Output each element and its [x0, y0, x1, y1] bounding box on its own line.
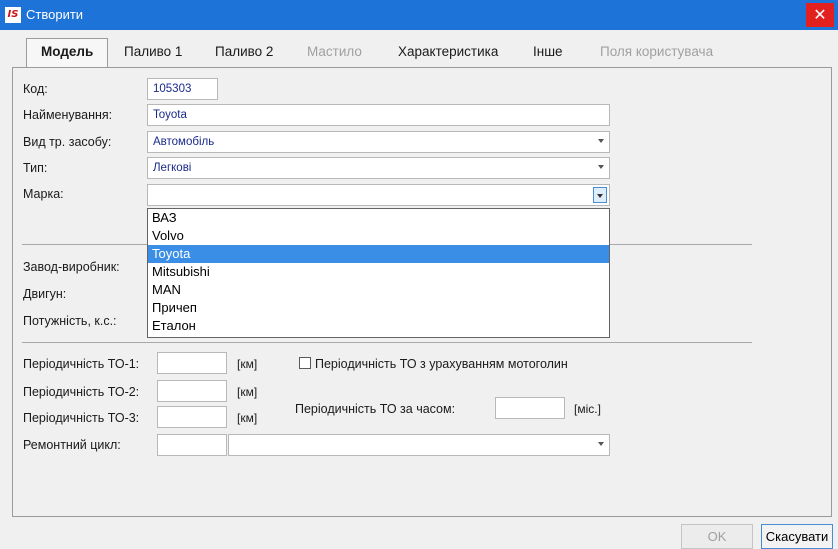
- cancel-button[interactable]: Скасувати: [761, 524, 833, 549]
- to1-label: Періодичність ТО-1:: [23, 357, 140, 371]
- to3-unit: [км]: [237, 411, 258, 425]
- chevron-down-icon: [598, 139, 604, 143]
- vehicle-type-value: Автомобіль: [153, 136, 215, 148]
- type-value: Легкові: [153, 162, 192, 174]
- month-unit: [міс.]: [574, 402, 601, 416]
- manufacturer-label: Завод-виробник:: [23, 260, 120, 274]
- brand-option[interactable]: Mitsubishi: [148, 263, 609, 281]
- to1-unit: [км]: [237, 357, 258, 371]
- brand-option[interactable]: Еталон: [148, 317, 609, 335]
- tab-user-fields[interactable]: Поля користувача: [600, 44, 713, 59]
- to2-label: Періодичність ТО-2:: [23, 385, 140, 399]
- app-logo-icon: IS: [5, 7, 21, 23]
- window-title: Створити: [26, 7, 84, 22]
- type-label: Тип:: [23, 161, 48, 175]
- brand-select[interactable]: [147, 184, 610, 206]
- engine-label: Двигун:: [23, 287, 67, 301]
- tab-model[interactable]: Модель: [26, 38, 109, 68]
- vehicle-type-label: Вид тр. засобу:: [23, 135, 112, 149]
- brand-dropdown-button[interactable]: [593, 187, 607, 203]
- motohours-checkbox[interactable]: [299, 357, 311, 369]
- chevron-down-icon: [597, 194, 603, 198]
- repair-cycle-label: Ремонтний цикл:: [23, 438, 121, 452]
- to2-unit: [км]: [237, 385, 258, 399]
- title-bar: IS Створити ✕: [0, 0, 838, 30]
- time-periodicity-label: Періодичність ТО за часом:: [295, 402, 456, 416]
- repair-cycle-code-field[interactable]: [157, 434, 227, 456]
- power-label: Потужність, к.с.:: [23, 314, 117, 328]
- brand-option[interactable]: Volvo: [148, 227, 609, 245]
- type-select[interactable]: Легкові: [147, 157, 610, 179]
- name-field[interactable]: Toyota: [147, 104, 610, 126]
- brand-option[interactable]: MAN: [148, 281, 609, 299]
- to3-field[interactable]: [157, 406, 227, 428]
- tab-bar: Модель Паливо 1 Паливо 2 Мастило Характе…: [12, 38, 832, 68]
- chevron-down-icon: [598, 165, 604, 169]
- repair-cycle-select[interactable]: [228, 434, 610, 456]
- time-periodicity-field[interactable]: [495, 397, 565, 419]
- name-label: Найменування:: [23, 108, 113, 122]
- tab-lubricant[interactable]: Мастило: [307, 44, 362, 59]
- code-label: Код:: [23, 82, 48, 96]
- brand-option-selected[interactable]: Toyota: [148, 245, 609, 263]
- ok-button[interactable]: OK: [681, 524, 753, 549]
- brand-label: Марка:: [23, 187, 64, 201]
- close-button[interactable]: ✕: [806, 3, 834, 27]
- to1-field[interactable]: [157, 352, 227, 374]
- motohours-label: Періодичність ТО з урахуванням мотоголин: [315, 357, 568, 371]
- tab-characteristics[interactable]: Характеристика: [398, 44, 498, 59]
- brand-dropdown-list: ВАЗ Volvo Toyota Mitsubishi MAN Причеп Е…: [147, 208, 610, 338]
- tab-fuel-1[interactable]: Паливо 1: [124, 44, 182, 59]
- section-divider: [22, 342, 752, 343]
- chevron-down-icon: [598, 442, 604, 446]
- brand-option[interactable]: ВАЗ: [148, 209, 609, 227]
- vehicle-type-select[interactable]: Автомобіль: [147, 131, 610, 153]
- code-field[interactable]: 105303: [147, 78, 218, 100]
- to2-field[interactable]: [157, 380, 227, 402]
- tab-fuel-2[interactable]: Паливо 2: [215, 44, 273, 59]
- to3-label: Періодичність ТО-3:: [23, 411, 140, 425]
- brand-option[interactable]: Причеп: [148, 299, 609, 317]
- tab-other[interactable]: Інше: [533, 44, 563, 59]
